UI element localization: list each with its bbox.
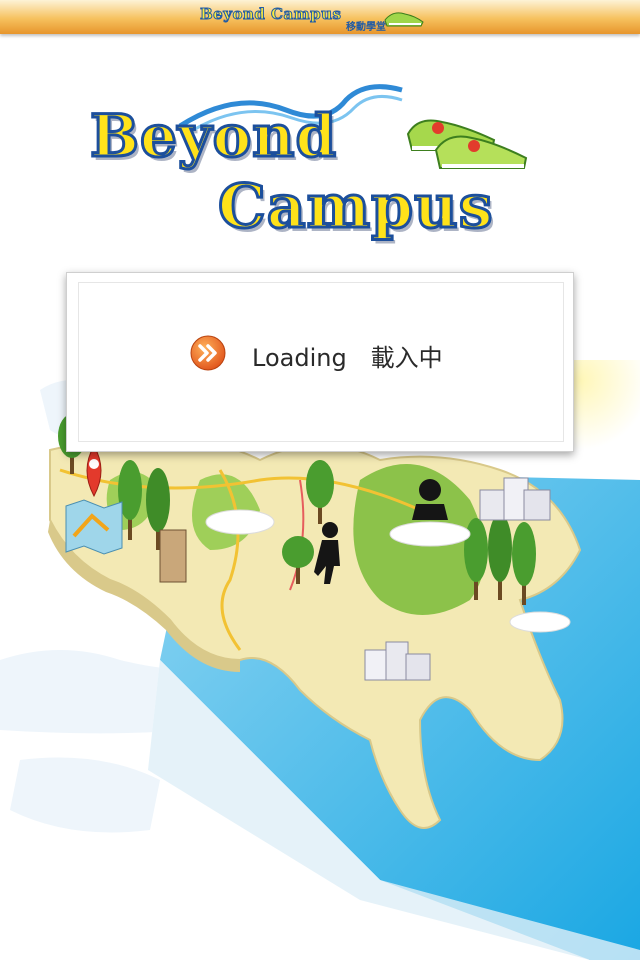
- forward-arrow-icon: [190, 335, 226, 371]
- header-subtitle: 移動學堂: [346, 22, 386, 33]
- shoe-icon: [406, 119, 528, 169]
- logo-text-line2: Campus: [216, 171, 494, 244]
- loading-dialog-inner: Loading 載入中: [78, 282, 564, 442]
- loading-label: Loading 載入中: [252, 344, 443, 372]
- map-icon: [65, 499, 123, 555]
- top-header-bar: Beyond Campus 移動學堂: [0, 0, 640, 34]
- app-logo: Beyond Campus: [80, 80, 560, 250]
- logo-text-line1: Beyond: [88, 101, 338, 172]
- shoe-icon: [384, 12, 424, 27]
- header-title: Beyond Campus: [199, 5, 342, 24]
- loading-dialog: Loading 載入中: [66, 272, 574, 452]
